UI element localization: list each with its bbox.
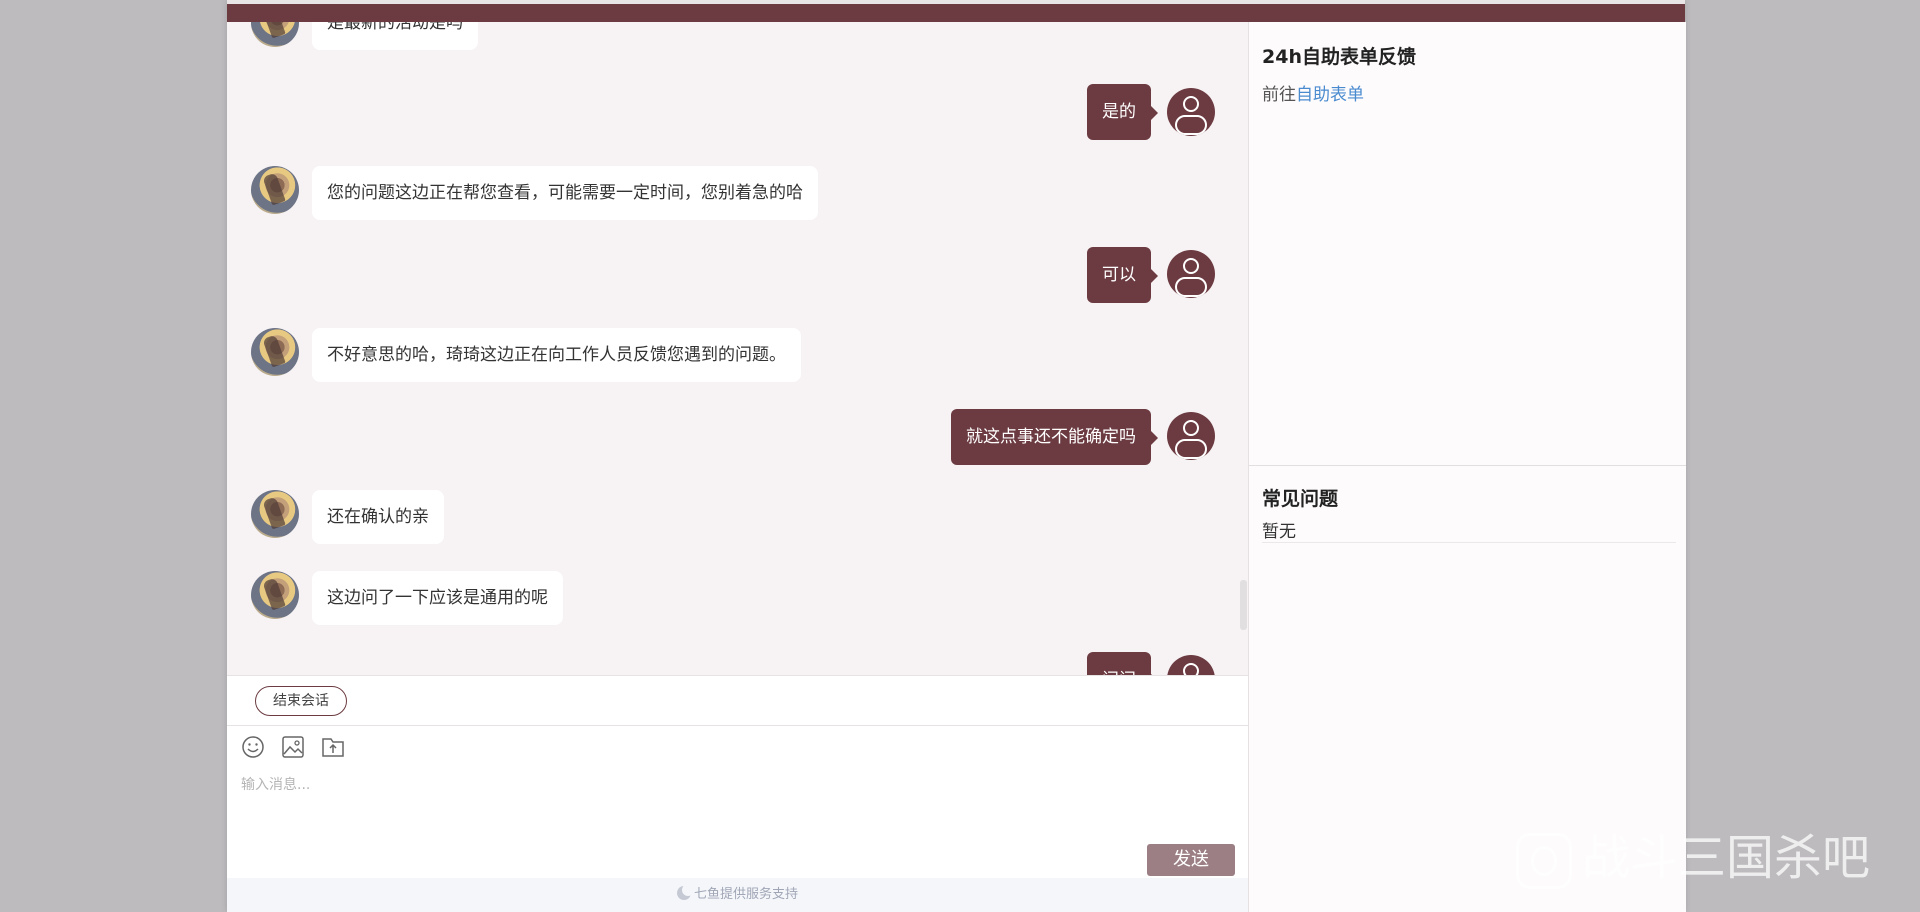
agent-avatar — [251, 571, 299, 619]
agent-message: 是最新的活动是吗 — [312, 22, 478, 50]
top-strip — [227, 0, 1685, 4]
form-feedback-text: 前往自助表单 — [1262, 80, 1364, 105]
scrollbar-thumb[interactable] — [1240, 580, 1247, 630]
tieba-logo-icon — [1516, 833, 1572, 889]
emoji-icon[interactable] — [239, 733, 267, 761]
form-link[interactable]: 自助表单 — [1296, 85, 1364, 105]
user-avatar — [1167, 412, 1215, 460]
user-message: 是的 — [1087, 84, 1158, 140]
watermark: 战斗三国杀吧 — [1516, 826, 1870, 890]
divider — [227, 725, 1248, 726]
message-input[interactable] — [239, 772, 1233, 846]
chat-window: 是最新的活动是吗 是的 您的问题这边正在帮您查看，可能需要一定时间，您别着急的哈… — [227, 0, 1686, 912]
sidebar-divider — [1249, 465, 1686, 466]
user-message: 问问 — [1087, 652, 1158, 675]
user-avatar — [1167, 655, 1215, 675]
user-message: 就这点事还不能确定吗 — [951, 409, 1158, 465]
agent-message: 还在确认的亲 — [312, 490, 444, 544]
agent-message: 您的问题这边正在帮您查看，可能需要一定时间，您别着急的哈 — [312, 166, 818, 220]
form-link-prefix: 前往 — [1262, 85, 1296, 105]
watermark-text: 战斗三国杀吧 — [1582, 830, 1871, 886]
agent-avatar — [251, 490, 299, 538]
sidebar: 24h自助表单反馈 前往自助表单 常见问题 暂无 — [1248, 22, 1686, 912]
agent-message: 这边问了一下应该是通用的呢 — [312, 571, 563, 625]
faq-title: 常见问题 — [1262, 488, 1339, 510]
footer-text: 七鱼提供服务支持 — [693, 887, 798, 902]
user-message: 可以 — [1087, 247, 1158, 303]
footer: 七鱼提供服务支持 — [227, 878, 1248, 912]
user-avatar — [1167, 88, 1215, 136]
faq-divider — [1262, 542, 1676, 543]
agent-avatar — [251, 22, 299, 47]
agent-avatar — [251, 328, 299, 376]
message-list[interactable]: 是最新的活动是吗 是的 您的问题这边正在帮您查看，可能需要一定时间，您别着急的哈… — [227, 22, 1248, 675]
send-button[interactable]: 发送 — [1147, 844, 1235, 876]
divider — [227, 675, 1248, 676]
end-session-button[interactable]: 结束会话 — [255, 686, 347, 716]
qiyu-logo-icon — [676, 884, 694, 900]
image-icon[interactable] — [279, 733, 307, 761]
agent-message: 不好意思的哈，琦琦这边正在向工作人员反馈您遇到的问题。 — [312, 328, 801, 382]
form-feedback-title: 24h自助表单反馈 — [1262, 46, 1416, 68]
faq-empty-text: 暂无 — [1262, 522, 1296, 542]
user-avatar — [1167, 250, 1215, 298]
file-upload-icon[interactable] — [319, 733, 347, 761]
agent-avatar — [251, 166, 299, 214]
